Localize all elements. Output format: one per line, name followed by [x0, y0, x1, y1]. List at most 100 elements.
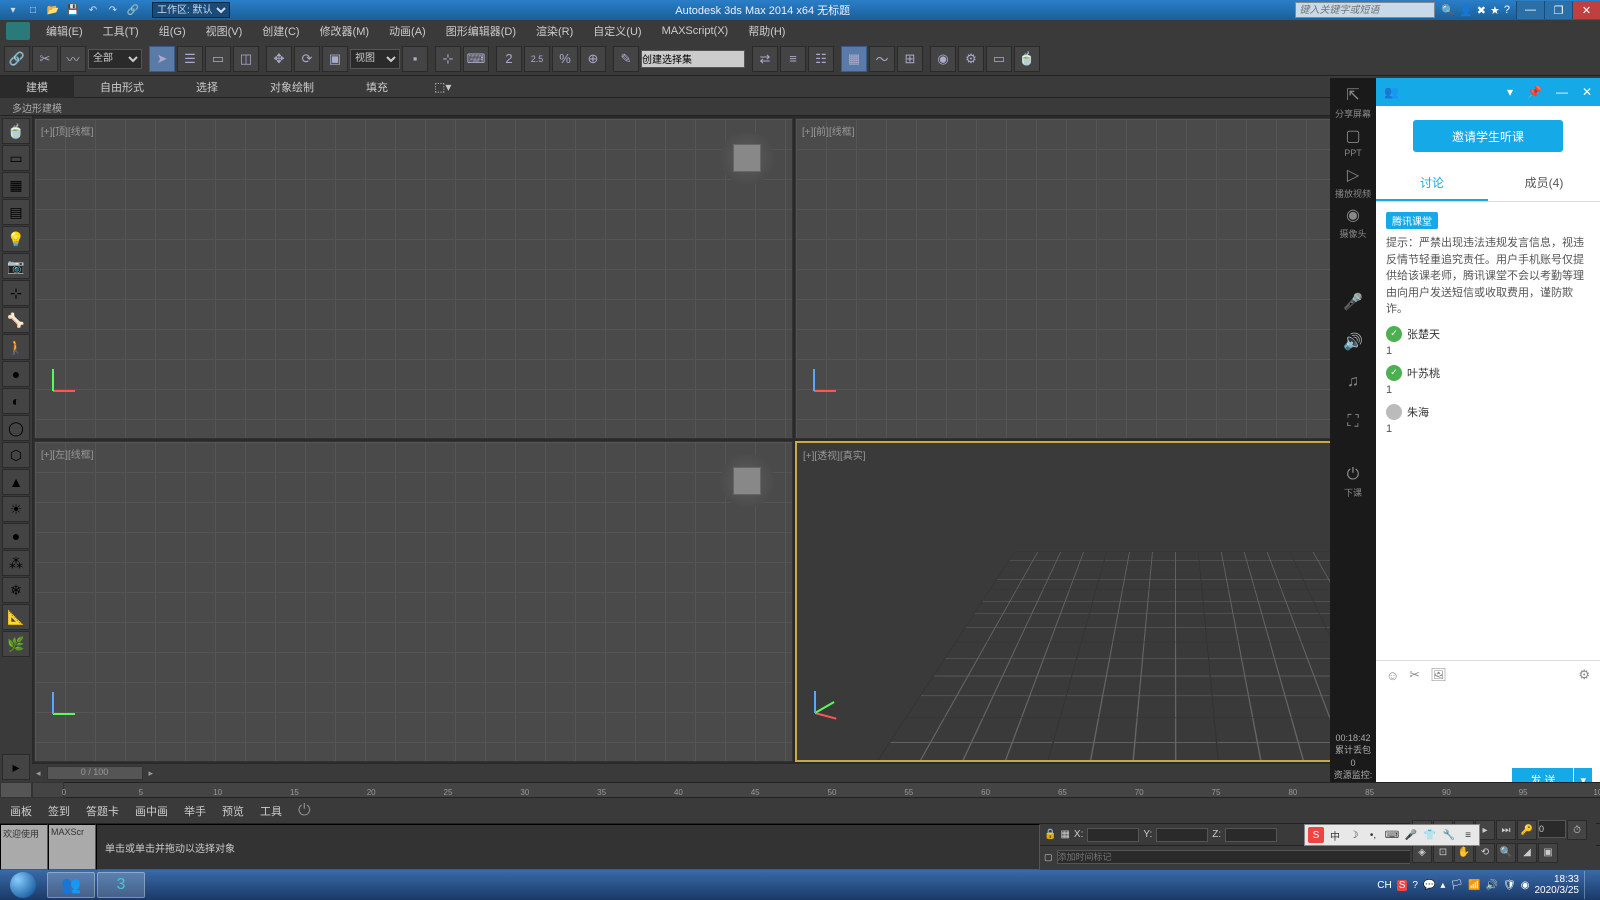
- pivot-center-icon[interactable]: ▪: [402, 46, 428, 72]
- x-input[interactable]: [1087, 828, 1139, 842]
- workspace-selector[interactable]: 工作区: 默认: [152, 2, 230, 18]
- time-config-icon[interactable]: ⏱: [1567, 820, 1587, 840]
- ime-skin-icon[interactable]: 👕: [1422, 827, 1438, 843]
- menu-tools[interactable]: 工具(T): [93, 20, 149, 42]
- ref-coord-system[interactable]: 视图: [350, 49, 400, 69]
- camera-icon[interactable]: 📷: [2, 253, 30, 279]
- lock-icon[interactable]: 🔒: [1044, 829, 1056, 840]
- app-menu-icon[interactable]: ▾: [4, 2, 22, 18]
- timetag-icon[interactable]: ▢: [1044, 852, 1053, 863]
- align-icon[interactable]: ≡: [780, 46, 806, 72]
- app-logo-icon[interactable]: [6, 22, 30, 40]
- ime-menu-icon[interactable]: ≡: [1460, 827, 1476, 843]
- named-selection-input[interactable]: [641, 50, 745, 68]
- ribbon-tab-populate[interactable]: 填充: [340, 76, 414, 98]
- max-viewport-icon[interactable]: ▣: [1538, 843, 1558, 863]
- tray-sogou-icon[interactable]: S: [1397, 880, 1408, 891]
- minimize-button[interactable]: —: [1516, 1, 1544, 19]
- hedra-icon[interactable]: ◐: [2, 388, 30, 414]
- tab-members[interactable]: 成员(4): [1488, 166, 1600, 201]
- menu-modifiers[interactable]: 修改器(M): [310, 20, 380, 42]
- play-arrow-icon[interactable]: ▸: [2, 754, 30, 780]
- ppt-button[interactable]: ▢PPT: [1330, 122, 1376, 162]
- tray-shield-icon[interactable]: 🛡: [1503, 880, 1516, 891]
- menu-group[interactable]: 组(G): [149, 20, 196, 42]
- chat-input[interactable]: [1376, 689, 1600, 759]
- cone-icon[interactable]: ▲: [2, 469, 30, 495]
- show-desktop-button[interactable]: [1584, 871, 1592, 899]
- signin-icon[interactable]: 👤: [1459, 4, 1473, 17]
- grid-icon[interactable]: ▤: [2, 199, 30, 225]
- share-screen-button[interactable]: ⇱分享屏幕: [1330, 82, 1376, 122]
- ribbon-toggle-icon[interactable]: ⬚▾: [434, 80, 451, 94]
- viewcube-icon[interactable]: [720, 454, 774, 508]
- scale-icon[interactable]: ▣: [322, 46, 348, 72]
- snap-2d-icon[interactable]: 2: [496, 46, 522, 72]
- select-object-icon[interactable]: ➤: [149, 46, 175, 72]
- close-button[interactable]: ✕: [1572, 1, 1600, 19]
- tab-pip[interactable]: 画中画: [135, 803, 168, 819]
- menu-graph-editors[interactable]: 图形编辑器(D): [436, 20, 526, 42]
- tray-lang[interactable]: CH: [1377, 880, 1391, 891]
- open-icon[interactable]: 📂: [44, 2, 62, 18]
- bind-spacewarp-icon[interactable]: 〰: [60, 46, 86, 72]
- window-crossing-icon[interactable]: ◫: [233, 46, 259, 72]
- tray-sound-icon[interactable]: 🔊: [1486, 880, 1498, 891]
- ime-moon-icon[interactable]: ☽: [1346, 827, 1362, 843]
- infocenter-icon[interactable]: 🔍: [1441, 4, 1455, 17]
- tray-flag-icon[interactable]: 🏳: [1450, 880, 1463, 891]
- menu-views[interactable]: 视图(V): [196, 20, 253, 42]
- unlink-icon[interactable]: ✂: [32, 46, 58, 72]
- tab-preview[interactable]: 预览: [222, 803, 244, 819]
- current-frame-input[interactable]: [1538, 820, 1566, 838]
- spray-icon[interactable]: ⁂: [2, 550, 30, 576]
- trackbar[interactable]: 0510152025303540455055606570758085909510…: [64, 782, 1600, 798]
- help-search-input[interactable]: [1295, 2, 1435, 18]
- start-button[interactable]: [0, 870, 46, 900]
- box-icon[interactable]: ▦: [2, 172, 30, 198]
- menu-customize[interactable]: 自定义(U): [583, 20, 651, 42]
- plane-icon[interactable]: ▭: [2, 145, 30, 171]
- y-input[interactable]: [1156, 828, 1208, 842]
- invite-students-button[interactable]: 邀请学生听课: [1413, 120, 1563, 152]
- menu-create[interactable]: 创建(C): [252, 20, 309, 42]
- end-class-button[interactable]: ⏻下课: [1330, 462, 1376, 502]
- ime-soft-kbd-icon[interactable]: ⌨: [1384, 827, 1400, 843]
- time-slider-thumb[interactable]: 0 / 100: [47, 766, 143, 780]
- save-icon[interactable]: 💾: [64, 2, 82, 18]
- power-icon[interactable]: ⏻: [298, 802, 311, 820]
- sphere-tool-icon[interactable]: ●: [2, 361, 30, 387]
- z-input[interactable]: [1225, 828, 1277, 842]
- ime-voice-icon[interactable]: 🎤: [1403, 827, 1419, 843]
- help-icon[interactable]: ?: [1504, 4, 1510, 17]
- menu-maxscript[interactable]: MAXScript(X): [652, 22, 739, 40]
- classroom-pin-icon[interactable]: 📌: [1527, 85, 1542, 99]
- trackbar-mode-icon[interactable]: [32, 782, 64, 798]
- play-video-button[interactable]: ▷播放视频: [1330, 162, 1376, 202]
- snap-angle-icon[interactable]: 2.5: [524, 46, 550, 72]
- tray-clock[interactable]: 18:33 2020/3/25: [1535, 874, 1580, 896]
- undo-icon[interactable]: ↶: [84, 2, 102, 18]
- teapot-icon[interactable]: 🍵: [2, 118, 30, 144]
- new-icon[interactable]: □: [24, 2, 42, 18]
- manipulate-icon[interactable]: ⊹: [435, 46, 461, 72]
- fov-icon[interactable]: ◢: [1517, 843, 1537, 863]
- camera-button[interactable]: ◉摄像头: [1330, 202, 1376, 242]
- bone-icon[interactable]: 🦴: [2, 307, 30, 333]
- tab-drawboard[interactable]: 画板: [10, 803, 32, 819]
- foliage-icon[interactable]: 🌿: [2, 631, 30, 657]
- redo-icon[interactable]: ↷: [104, 2, 122, 18]
- ribbon-tab-object-paint[interactable]: 对象绘制: [244, 76, 340, 98]
- render-setup-icon[interactable]: ⚙: [958, 46, 984, 72]
- ribbon-tab-selection[interactable]: 选择: [170, 76, 244, 98]
- task-3dsmax[interactable]: 3: [97, 872, 145, 898]
- rect-select-icon[interactable]: ▭: [205, 46, 231, 72]
- keyboard-shortcut-icon[interactable]: ⌨: [463, 46, 489, 72]
- ime-toolbar[interactable]: S 中 ☽ •, ⌨ 🎤 👕 🔧 ≡: [1304, 824, 1480, 846]
- mic-icon[interactable]: 🎤: [1330, 282, 1376, 322]
- viewcube-icon[interactable]: [720, 131, 774, 185]
- tray-chat-icon[interactable]: 💬: [1423, 880, 1435, 891]
- menu-rendering[interactable]: 渲染(R): [526, 20, 583, 42]
- maximize-button[interactable]: ❐: [1544, 1, 1572, 19]
- layer-manager-icon[interactable]: ☷: [808, 46, 834, 72]
